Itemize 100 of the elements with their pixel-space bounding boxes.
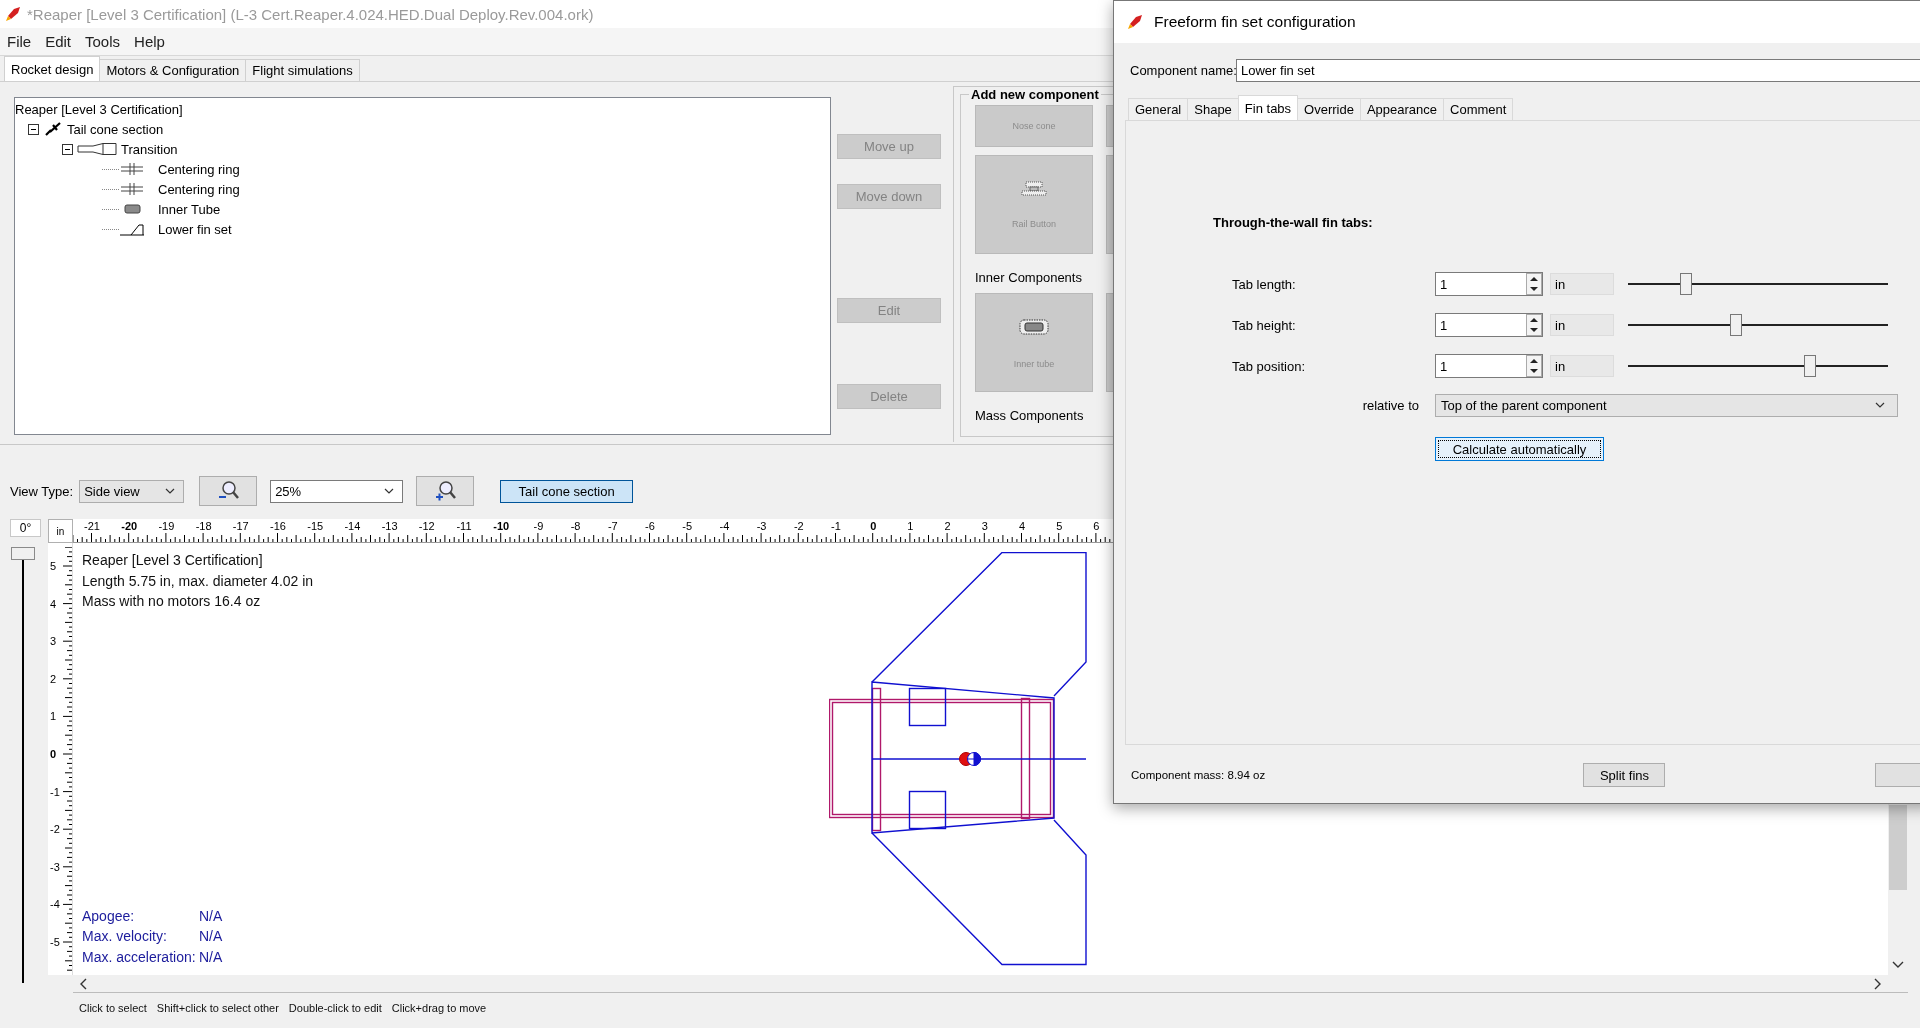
zoom-in-button[interactable] — [416, 476, 475, 506]
ruler-label: -19 — [158, 520, 175, 532]
split-button[interactable]: Split fins — [1583, 763, 1666, 787]
ruler-label: -2 — [793, 520, 804, 532]
ruler-label: 0 — [870, 520, 877, 532]
tab[interactable]: Flight simulations — [245, 59, 360, 81]
flight-value: N/A — [199, 927, 223, 946]
hint-text: Click+drag to move — [391, 1002, 487, 1016]
tab[interactable]: Appearance — [1359, 98, 1445, 120]
scroll-thumb[interactable] — [1889, 805, 1907, 890]
view-type-select[interactable]: Side view — [79, 479, 185, 503]
ruler-label: -20 — [121, 520, 138, 532]
flight-label: Max. acceleration: — [82, 947, 197, 967]
ruler-label: -9 — [533, 520, 544, 532]
tree-item[interactable]: Tail cone section — [67, 121, 164, 137]
flight-value: N/A — [199, 906, 223, 926]
tree-item[interactable]: Inner Tube — [158, 201, 221, 217]
ruler-label: -18 — [195, 520, 212, 532]
ruler-label: -17 — [232, 520, 249, 532]
ruler-label: 0 — [50, 748, 57, 760]
rocket-icon — [5, 6, 21, 22]
slider-thumb[interactable] — [1680, 273, 1693, 295]
flight-value: N/A — [199, 947, 223, 967]
spin-buttons[interactable] — [1526, 355, 1542, 377]
ruler-label: 3 — [50, 635, 57, 648]
info-text: Length 5.75 in, max. diameter 4.02 in — [82, 571, 315, 591]
ruler-label: -4 — [719, 520, 730, 532]
tab[interactable]: Comment — [1443, 98, 1514, 120]
ruler-label: -2 — [50, 823, 60, 836]
rail-button-icon — [1019, 180, 1049, 197]
ruler-label: -3 — [756, 520, 767, 532]
tree-item[interactable]: Reaper [Level 3 Certification] — [15, 101, 183, 117]
ruler-label: -8 — [570, 520, 581, 532]
menu-item[interactable]: Edit — [38, 33, 79, 50]
field-label: Tab length: — [1232, 276, 1297, 292]
expand-toggle[interactable] — [28, 123, 39, 135]
unit-label: in — [48, 519, 73, 543]
tab[interactable]: General — [1128, 98, 1189, 120]
calculate-button[interactable]: Calculate automatically — [1435, 437, 1604, 461]
name-field[interactable]: Lower fin set — [1236, 59, 1920, 82]
field-label: Tab position: — [1232, 358, 1306, 374]
field-label: relative to — [1361, 397, 1420, 413]
ruler-label: 3 — [981, 520, 988, 532]
unit-label: in — [1550, 314, 1614, 336]
caret-icon — [1875, 402, 1885, 408]
spin-buttons[interactable] — [1526, 314, 1542, 336]
ruler-label: -16 — [270, 520, 286, 532]
number-field[interactable]: 1 — [1435, 354, 1543, 378]
tab[interactable]: Motors & Configuration — [99, 59, 247, 81]
field-label: Component name: — [1130, 63, 1236, 78]
zoom-out-button[interactable] — [199, 476, 258, 506]
dialog-title: Freeform fin set configuration — [1154, 13, 1356, 31]
section-heading: Through-the-wall fin tabs: — [1213, 215, 1374, 231]
spin-buttons[interactable] — [1526, 273, 1542, 295]
panel-title: Add new component — [970, 88, 1100, 102]
tree-item[interactable]: Transition — [121, 141, 178, 157]
number-field[interactable]: 1 — [1435, 313, 1543, 337]
ruler-label: 2 — [50, 672, 57, 685]
relative-select[interactable]: Top of the parent component — [1435, 393, 1898, 417]
ruler-label: -6 — [645, 520, 655, 532]
tab[interactable]: Fin tabs — [1237, 95, 1299, 120]
menu-item[interactable]: File — [0, 33, 39, 50]
ruler-label: -4 — [50, 898, 60, 911]
ruler-label: -5 — [50, 936, 60, 948]
tree-item[interactable]: Centering ring — [158, 161, 240, 177]
number-field[interactable]: 1 — [1435, 272, 1543, 296]
slider-thumb[interactable] — [1804, 355, 1817, 377]
ruler-label: -10 — [493, 520, 510, 532]
menu-item[interactable]: Help — [127, 33, 172, 50]
expand-toggle[interactable] — [62, 143, 73, 155]
view-type-label: View Type: — [10, 483, 74, 499]
mass-text: Component mass: 8.94 oz — [1131, 769, 1267, 781]
rocket-icon — [43, 121, 63, 137]
tab[interactable]: Shape — [1187, 98, 1239, 120]
tree-item[interactable]: Centering ring — [158, 181, 240, 197]
fin-icon — [119, 222, 145, 236]
flight-label: Apogee: — [82, 906, 136, 926]
scroll-left-icon[interactable] — [79, 977, 87, 990]
ruler-label: -14 — [344, 520, 361, 532]
zoom-in-icon — [434, 480, 457, 502]
zoom-select[interactable]: 25% — [270, 479, 404, 503]
rotation-field[interactable]: 0° — [10, 519, 41, 537]
hint-text: Double-click to edit — [288, 1002, 382, 1016]
rocket-icon — [1127, 14, 1143, 30]
ring-icon — [119, 162, 145, 176]
field-label: Tab height: — [1232, 317, 1297, 333]
tree-item[interactable]: Lower fin set — [158, 221, 232, 237]
component-button[interactable]: Tail cone section — [500, 479, 634, 503]
tab[interactable]: Rocket design — [4, 56, 101, 81]
unit-label: in — [1550, 355, 1614, 377]
ruler-label: 4 — [1018, 520, 1026, 532]
scroll-right-icon[interactable] — [1874, 977, 1882, 990]
ruler-label: 2 — [944, 520, 951, 532]
unit-label: in — [1550, 273, 1614, 295]
ring-icon — [119, 182, 145, 196]
slider-thumb[interactable] — [11, 547, 35, 560]
slider-thumb[interactable] — [1729, 314, 1742, 336]
ruler-label: -7 — [607, 520, 618, 532]
menu-item[interactable]: Tools — [78, 33, 128, 50]
scroll-down-icon[interactable] — [1892, 961, 1904, 969]
